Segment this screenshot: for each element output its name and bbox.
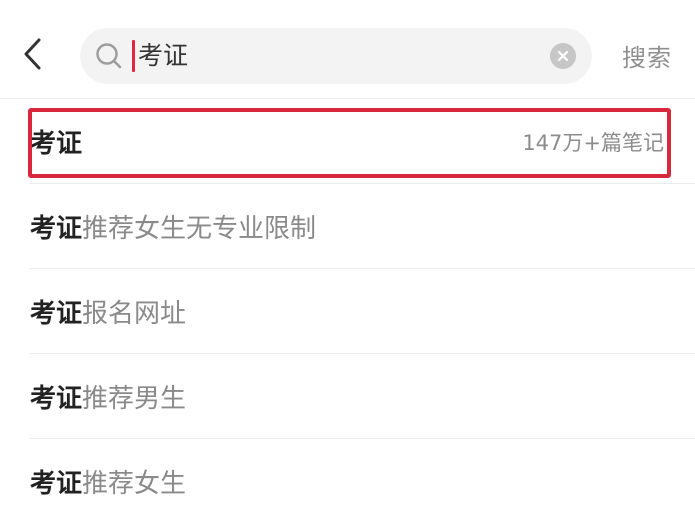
suggestion-keyword: 考证 [30, 384, 83, 414]
chevron-left-icon [24, 38, 41, 70]
text-cursor [132, 40, 135, 72]
suggestion-item[interactable]: 考证报名网址 [0, 269, 695, 354]
suggestion-keyword: 考证 [30, 129, 83, 159]
search-input[interactable] [138, 36, 538, 76]
suggestion-text: 考证推荐女生 [30, 463, 186, 500]
suggestion-suffix: 推荐女生无专业限制 [82, 214, 317, 244]
search-button[interactable]: 搜索 [622, 38, 672, 73]
suggestion-keyword: 考证 [30, 469, 83, 499]
suggestion-text: 考证推荐女生无专业限制 [30, 208, 316, 245]
back-button[interactable] [14, 34, 54, 74]
suggestion-item[interactable]: 考证推荐女生 [0, 439, 695, 524]
suggestion-text: 考证 [30, 123, 82, 160]
suggestion-text: 考证报名网址 [30, 293, 186, 330]
suggestion-suffix: 推荐男生 [82, 384, 187, 414]
suggestion-item[interactable]: 考证推荐男生 [0, 354, 695, 439]
suggestion-item[interactable]: 考证推荐女生无专业限制 [0, 184, 695, 269]
suggestion-keyword: 考证 [30, 299, 83, 329]
search-box[interactable] [80, 28, 592, 84]
suggestion-keyword: 考证 [30, 214, 83, 244]
note-count: 147万+篇笔记 [522, 131, 664, 155]
suggestion-suffix: 报名网址 [82, 299, 187, 329]
search-icon [94, 41, 124, 71]
clear-search-button[interactable] [550, 43, 576, 69]
suggestion-suffix: 推荐女生 [82, 469, 187, 499]
suggestion-item[interactable]: 考证 147万+篇笔记 [0, 99, 695, 184]
close-circle-icon [557, 50, 569, 62]
suggestion-text: 考证推荐男生 [30, 378, 186, 415]
top-bar: 搜索 [0, 0, 695, 98]
